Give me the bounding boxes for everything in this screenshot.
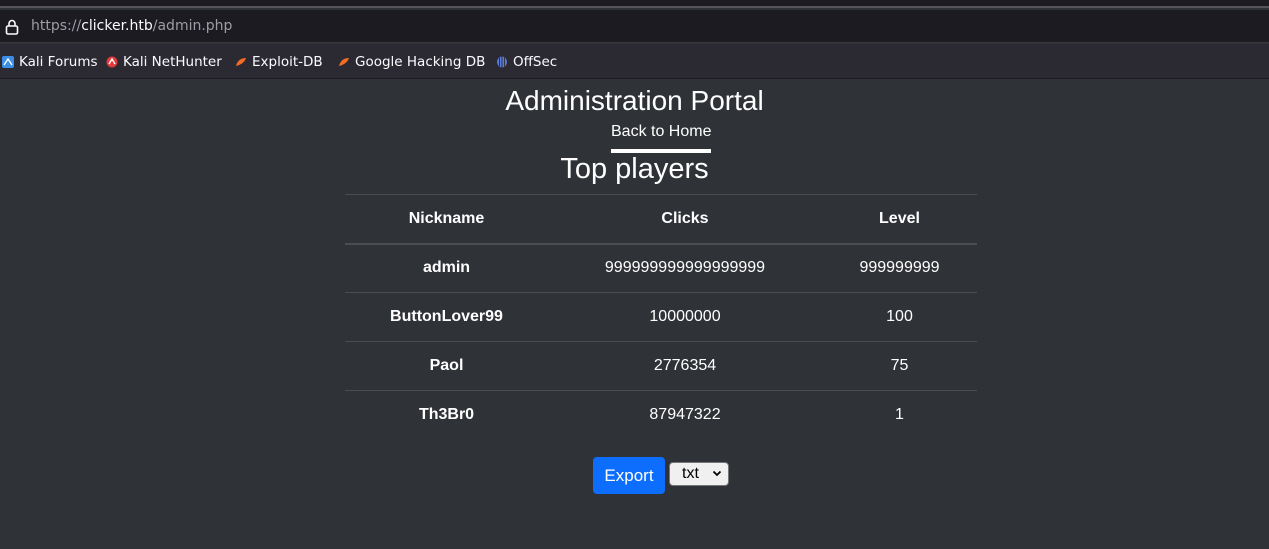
window-top-strip: [0, 0, 1269, 8]
offsec-icon: [497, 56, 507, 68]
table-row: Th3Br0 87947322 1: [345, 390, 977, 440]
cell-nickname: ButtonLover99: [345, 292, 548, 342]
bookmark-kali-nethunter[interactable]: Kali NetHunter: [106, 54, 222, 70]
export-button[interactable]: Export: [593, 457, 665, 494]
table-header-row: Nickname Clicks Level: [345, 194, 977, 245]
table-row: admin 999999999999999999 999999999: [345, 243, 977, 293]
header-nickname: Nickname: [345, 194, 548, 245]
address-bar[interactable]: https://clicker.htb/admin.php: [0, 10, 1269, 43]
header-level: Level: [822, 194, 977, 245]
kali-forums-icon: [2, 56, 14, 68]
bookmark-label: Exploit-DB: [252, 54, 323, 70]
bookmark-exploit-db[interactable]: Exploit-DB: [235, 54, 323, 70]
cell-clicks: 2776354: [548, 341, 822, 391]
format-selected-value: txt: [682, 465, 699, 482]
bookmark-label: Kali Forums: [19, 54, 98, 70]
export-format-select[interactable]: txt: [669, 462, 729, 486]
bookmark-google-hacking-db[interactable]: Google Hacking DB: [338, 54, 485, 70]
table-row: ButtonLover99 10000000 100: [345, 292, 977, 342]
cell-level: 999999999: [822, 243, 977, 293]
bookmark-kali-forums[interactable]: Kali Forums: [2, 54, 98, 70]
google-hacking-db-icon: [339, 58, 349, 66]
cell-clicks: 10000000: [548, 292, 822, 342]
bookmark-label: Kali NetHunter: [123, 54, 222, 70]
header-clicks: Clicks: [548, 194, 822, 245]
bookmark-offsec[interactable]: OffSec: [496, 54, 557, 70]
cell-clicks: 999999999999999999: [548, 243, 822, 293]
kali-nethunter-icon: [106, 56, 118, 68]
url-path: /admin.php: [152, 18, 233, 34]
section-title: Top players: [560, 153, 709, 185]
top-players-table: Nickname Clicks Level admin 999999999999…: [345, 194, 977, 440]
url-text[interactable]: https://clicker.htb/admin.php: [31, 18, 232, 34]
url-scheme: https://: [31, 18, 82, 34]
back-to-home-link[interactable]: Back to Home: [611, 123, 711, 153]
page-content: Administration Portal Back to Home Top p…: [0, 80, 1269, 549]
bookmark-label: Google Hacking DB: [355, 54, 486, 70]
cell-nickname: admin: [345, 243, 548, 293]
cell-level: 1: [822, 390, 977, 440]
lock-icon: [5, 19, 19, 35]
page-title: Administration Portal: [505, 85, 764, 116]
cell-level: 100: [822, 292, 977, 342]
cell-nickname: Paol: [345, 341, 548, 391]
table-row: Paol 2776354 75: [345, 341, 977, 391]
chevron-down-icon: [712, 470, 722, 477]
bookmarks-toolbar: Kali Forums Kali NetHunter Exploit-DB Go…: [0, 44, 1269, 79]
url-host: clicker.htb: [81, 18, 153, 34]
cell-clicks: 87947322: [548, 390, 822, 440]
cell-nickname: Th3Br0: [345, 390, 548, 440]
cell-level: 75: [822, 341, 977, 391]
exploit-db-icon: [236, 58, 246, 66]
bookmark-label: OffSec: [513, 54, 558, 70]
